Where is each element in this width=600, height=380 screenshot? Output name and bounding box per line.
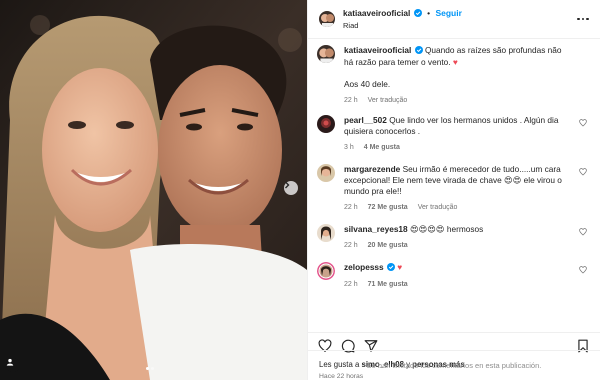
- post-location[interactable]: Riad: [343, 20, 576, 31]
- user-tag-icon: [6, 358, 14, 366]
- comment-like-button[interactable]: [579, 228, 587, 238]
- caption-text-line2: Aos 40 dele.: [344, 79, 391, 89]
- comment-like-button[interactable]: [579, 266, 587, 276]
- comments-list: katiaaveirooficial Quando as raízes são …: [308, 39, 600, 332]
- more-options-button[interactable]: [576, 17, 590, 21]
- comment-item: margarezende Seu irmão é merecedor de tu…: [317, 164, 590, 213]
- comment-likes[interactable]: 4 Me gusta: [364, 142, 400, 153]
- comments-limited-notice: Se han limitado los comentarios en esta …: [308, 350, 600, 380]
- caption-time[interactable]: 22 h: [344, 95, 358, 106]
- comment-username[interactable]: silvana_reyes18: [344, 224, 408, 234]
- comment-username[interactable]: pearl__502: [344, 115, 387, 125]
- heart-icon: [579, 119, 587, 127]
- verified-icon: [413, 8, 422, 20]
- comment-likes[interactable]: 71 Me gusta: [368, 279, 408, 290]
- author-avatar[interactable]: [319, 11, 335, 27]
- see-translation-link[interactable]: Ver tradução: [418, 202, 458, 213]
- verified-icon: [386, 263, 395, 274]
- comment-time[interactable]: 22 h: [344, 240, 358, 251]
- separator-dot: •: [427, 7, 431, 18]
- follow-button[interactable]: Seguir: [435, 8, 461, 18]
- comment-username[interactable]: zelopesss: [344, 262, 384, 272]
- caption: katiaaveirooficial Quando as raízes são …: [317, 45, 590, 106]
- comment-time[interactable]: 22 h: [344, 202, 358, 213]
- caption-author-avatar[interactable]: [317, 45, 335, 63]
- heart-icon: [579, 228, 587, 236]
- comment-avatar[interactable]: [317, 262, 335, 280]
- comment-time[interactable]: 22 h: [344, 279, 358, 290]
- user-tag-button[interactable]: [6, 358, 20, 372]
- post-side-panel: katiaaveirooficial • Seguir Riad katiaav…: [307, 0, 600, 380]
- author-username[interactable]: katiaaveirooficial: [343, 8, 410, 18]
- post-header: katiaaveirooficial • Seguir Riad: [308, 0, 600, 39]
- instagram-post: katiaaveirooficial • Seguir Riad katiaav…: [0, 0, 600, 380]
- chevron-right-icon: [285, 181, 290, 189]
- more-icon: [577, 17, 580, 21]
- carousel-dot-active: [146, 367, 149, 370]
- comment-likes[interactable]: 72 Me gusta: [368, 202, 408, 213]
- comment-text: 😍😍😍😍 hermosos: [409, 224, 484, 234]
- see-translation-link[interactable]: Ver tradução: [368, 95, 408, 106]
- heart-icon: [579, 168, 587, 176]
- selfie-image: [0, 0, 307, 380]
- heart-icon: [579, 266, 587, 274]
- comment-item: zelopesss ♥ 22 h 71 Me gusta: [317, 262, 590, 290]
- comment-avatar[interactable]: [317, 115, 335, 133]
- comment-avatar[interactable]: [317, 224, 335, 242]
- comment-like-button[interactable]: [579, 119, 587, 129]
- comment-avatar[interactable]: [317, 164, 335, 182]
- comment-like-button[interactable]: [579, 168, 587, 178]
- comment-time[interactable]: 3 h: [344, 142, 354, 153]
- caption-username[interactable]: katiaaveirooficial: [344, 45, 411, 55]
- comment-item: pearl__502 Que lindo ver los hermanos un…: [317, 115, 590, 153]
- carousel-dot: [151, 367, 154, 370]
- heart-emoji: ♥: [452, 57, 458, 67]
- carousel-indicator: [146, 367, 154, 370]
- comment-likes[interactable]: 20 Me gusta: [368, 240, 408, 251]
- comment-item: silvana_reyes18 😍😍😍😍 hermosos 22 h 20 Me…: [317, 224, 590, 251]
- comment-username[interactable]: margarezende: [344, 164, 400, 174]
- verified-icon: [414, 46, 423, 57]
- comment-text: ♥: [397, 262, 403, 272]
- carousel-next-button[interactable]: [284, 181, 298, 195]
- post-photo[interactable]: [0, 0, 307, 380]
